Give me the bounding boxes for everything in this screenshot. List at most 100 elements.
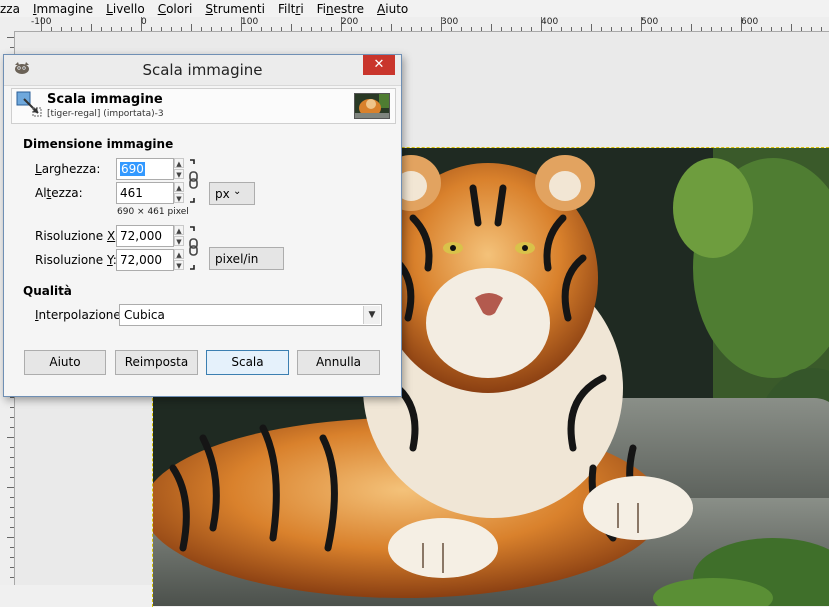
menu-label: Fi xyxy=(316,1,327,16)
height-value: 461 xyxy=(120,186,143,200)
ruler-tick xyxy=(10,517,14,518)
ruler-tick xyxy=(10,507,14,508)
menu-label: Filt xyxy=(277,1,296,16)
ruler-tick xyxy=(301,27,302,31)
ruler-tick xyxy=(10,407,14,408)
chevron-down-icon: ⌄ xyxy=(233,186,242,197)
ruler-tick xyxy=(10,417,14,418)
ruler-tick xyxy=(551,27,552,31)
menu-item-zza[interactable]: zza xyxy=(0,1,26,17)
increment-icon[interactable]: ▲ xyxy=(174,158,184,168)
height-stepper[interactable]: ▲ ▼ xyxy=(174,182,184,204)
horizontal-ruler[interactable]: -100 0 100 200 300 400 500 600 xyxy=(0,17,829,32)
ruler-tick xyxy=(761,27,762,31)
menu-item-livello[interactable]: Livello xyxy=(99,1,151,17)
ruler-tick xyxy=(111,27,112,31)
ruler-tick xyxy=(381,27,382,31)
ruler-tick xyxy=(10,547,14,548)
interpolation-select[interactable]: Cubica ▼ xyxy=(119,304,382,326)
menu-label: ivello xyxy=(112,1,145,16)
increment-icon[interactable]: ▲ xyxy=(174,225,184,235)
resolution-unit-select[interactable]: pixel/in xyxy=(209,247,284,270)
chain-link-icon[interactable] xyxy=(188,225,200,271)
ruler-tick xyxy=(101,27,102,31)
menu-item-immagine[interactable]: Immagine xyxy=(26,1,99,17)
ruler-tick xyxy=(10,427,14,428)
ruler-tick xyxy=(201,27,202,31)
ruler-tick xyxy=(10,497,14,498)
size-note: 690 × 461 pixel xyxy=(117,207,189,217)
ruler-tick xyxy=(411,27,412,31)
resolution-y-value: 72,000 xyxy=(120,253,162,267)
height-label: Altezza: xyxy=(35,186,83,200)
ruler-tick xyxy=(10,447,14,448)
scale-image-dialog: Scala immagine ✕ Scala immagine [tiger-r… xyxy=(3,54,402,397)
resolution-y-field[interactable]: 72,000 xyxy=(116,249,174,271)
decrement-icon[interactable]: ▼ xyxy=(174,169,184,179)
ruler-tick xyxy=(791,24,792,31)
ruler-tick xyxy=(531,27,532,31)
cancel-button[interactable]: Annulla xyxy=(297,350,380,375)
ruler-tick xyxy=(10,577,14,578)
resolution-x-field[interactable]: 72,000 xyxy=(116,225,174,247)
ruler-tick xyxy=(621,27,622,31)
menu-item-strumenti[interactable]: Strumenti xyxy=(198,1,271,17)
width-field[interactable]: 690 xyxy=(116,158,174,180)
interpolation-label: Interpolazione: xyxy=(35,308,125,322)
menu-label: mmagine xyxy=(36,1,94,16)
scale-button[interactable]: Scala xyxy=(206,350,289,375)
menu-item-finestre[interactable]: Finestre xyxy=(310,1,370,17)
ruler-tick xyxy=(71,27,72,31)
interpolation-value: Cubica xyxy=(124,308,165,322)
ruler-tick xyxy=(161,27,162,31)
image-thumbnail xyxy=(354,93,390,119)
ruler-tick xyxy=(751,27,752,31)
header-subtitle: [tiger-regal] (importata)-3 xyxy=(47,109,164,119)
ruler-tick xyxy=(181,27,182,31)
ruler-tick xyxy=(10,457,14,458)
resolution-y-stepper[interactable]: ▲ ▼ xyxy=(174,249,184,271)
reset-button[interactable]: Reimposta xyxy=(115,350,198,375)
dialog-titlebar[interactable]: Scala immagine ✕ xyxy=(4,55,401,86)
ruler-tick xyxy=(631,27,632,31)
ruler-tick xyxy=(291,24,292,31)
ruler-tick xyxy=(721,27,722,31)
ruler-tick xyxy=(121,27,122,31)
ruler-tick xyxy=(10,477,14,478)
increment-icon[interactable]: ▲ xyxy=(174,182,184,192)
ruler-tick xyxy=(10,467,14,468)
ruler-tick xyxy=(611,27,612,31)
menu-accel: S xyxy=(205,1,213,16)
size-unit-select[interactable]: px ⌄ xyxy=(209,182,255,205)
dialog-header: Scala immagine [tiger-regal] (importata)… xyxy=(11,88,396,124)
ruler-tick xyxy=(10,557,14,558)
help-button[interactable]: Aiuto xyxy=(24,350,106,375)
menu-label: iuto xyxy=(385,1,409,16)
ruler-tick xyxy=(701,27,702,31)
size-unit-value: px xyxy=(215,187,230,201)
menu-item-aiuto[interactable]: Aiuto xyxy=(370,1,414,17)
ruler-tick xyxy=(211,27,212,31)
ruler-tick xyxy=(171,27,172,31)
ruler-label: 400 xyxy=(541,17,559,27)
height-field[interactable]: 461 xyxy=(116,182,174,204)
width-stepper[interactable]: ▲ ▼ xyxy=(174,158,184,180)
increment-icon[interactable]: ▲ xyxy=(174,249,184,259)
dialog-title: Scala immagine xyxy=(142,61,263,79)
ruler-tick xyxy=(7,37,14,38)
decrement-icon[interactable]: ▼ xyxy=(174,193,184,203)
ruler-tick xyxy=(331,27,332,31)
ruler-tick xyxy=(591,24,592,31)
ruler-tick xyxy=(461,27,462,31)
resolution-x-value: 72,000 xyxy=(120,229,162,243)
chevron-down-icon: ▼ xyxy=(363,306,380,324)
decrement-icon[interactable]: ▼ xyxy=(174,236,184,246)
chain-link-icon[interactable] xyxy=(188,158,200,204)
resolution-x-stepper[interactable]: ▲ ▼ xyxy=(174,225,184,247)
menu-label: estre xyxy=(333,1,365,16)
ruler-tick xyxy=(321,27,322,31)
decrement-icon[interactable]: ▼ xyxy=(174,260,184,270)
menu-item-colori[interactable]: Colori xyxy=(151,1,199,17)
close-button[interactable]: ✕ xyxy=(363,55,395,75)
menu-item-filtri[interactable]: Filtri xyxy=(271,1,310,17)
